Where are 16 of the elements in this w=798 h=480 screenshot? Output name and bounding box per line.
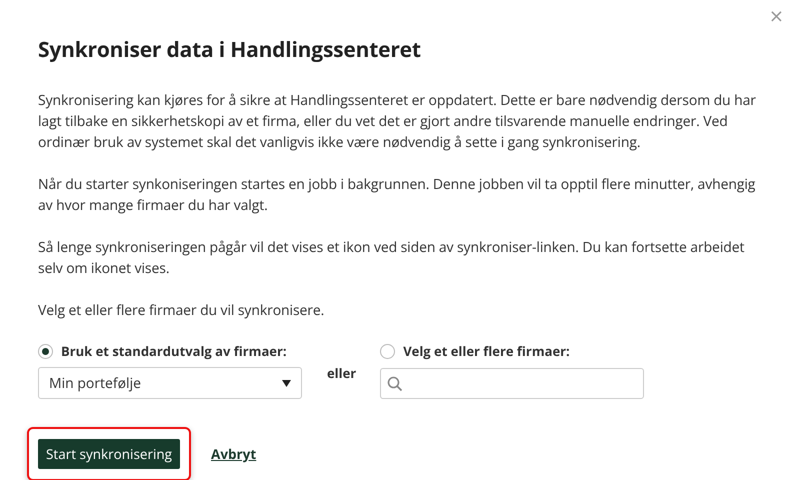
search-icon [387, 376, 404, 392]
description-paragraph: Når du starter synkoniseringen startes en jobb i bakgrunnen. Denne jobben vil ta opptil flere minutter, avhengig av hvor mange firmaer du har valgt. [38, 174, 756, 216]
start-sync-button[interactable]: Start synkronisering [38, 439, 180, 469]
cancel-link[interactable]: Avbryt [211, 445, 256, 463]
search-field[interactable] [380, 368, 644, 399]
dialog-title: Synkroniser data i Handlingssenteret [38, 36, 422, 64]
or-label: eller [327, 364, 356, 382]
radio-button[interactable] [380, 344, 396, 358]
option-label: Velg et eller flere firmaer: [403, 342, 570, 360]
description-paragraph: Velg et eller flere firmaer du vil synkronisere. [38, 300, 326, 321]
caret-icon [282, 380, 291, 386]
description-paragraph: Synkronisering kan kjøres for å sikre at Handlingssenteret er oppdatert. Dette er bare nødvendig dersom du har lagt tilbake en sikkerhetskopi av et firma, eller du vet det er gjort andre tilsvarende manuelle endringer. Ved ordinær bruk av systemet skal det vanligvis ikke være nødvendig å sette i gang synkronisering. [38, 90, 757, 153]
firm-dropdown[interactable]: Min portefølje [38, 367, 302, 399]
option-label: Bruk et standardutvalg av firmaer: [61, 342, 287, 360]
description-paragraph: Så lenge synkroniseringen pågår vil det vises et ikon ved siden av synkroniser-linken. Du kan fortsette arbeidet selv om ikonet vises. [38, 237, 746, 279]
radio-button[interactable] [38, 344, 53, 358]
